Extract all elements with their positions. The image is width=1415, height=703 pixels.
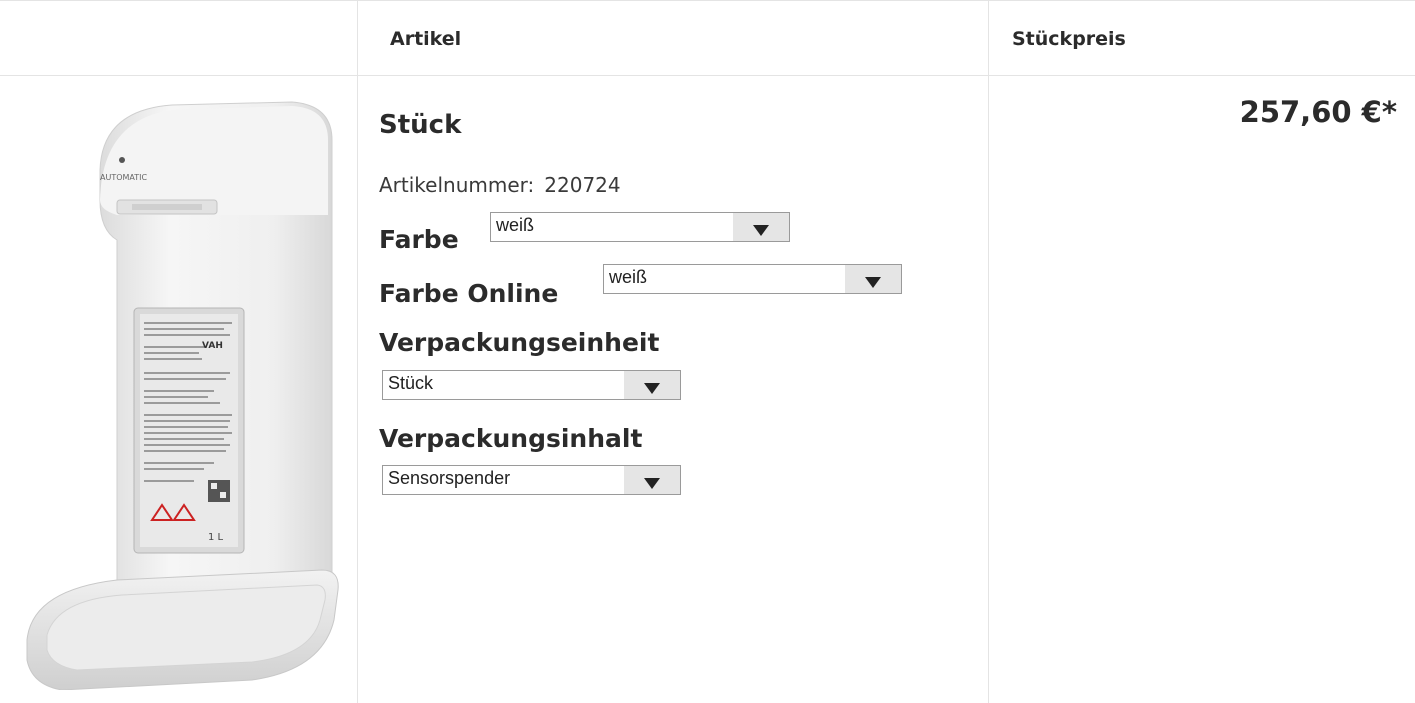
column-divider [357,0,358,703]
product-title: Stück [379,110,462,140]
farbe-online-label: Farbe Online [379,279,559,308]
chevron-down-icon [753,225,769,236]
verpackungsinhalt-select-value: Sensorspender [388,468,511,488]
verpackungseinheit-select-value: Stück [388,373,434,393]
verpackungseinheit-select[interactable]: Stück [382,370,681,400]
farbe-online-select-value: weiß [609,267,648,287]
farbe-online-select[interactable]: weiß [603,264,902,294]
article-number: Artikelnummer: 220724 [379,173,621,197]
column-divider [988,0,989,703]
farbe-label: Farbe [379,225,459,254]
unit-price: 257,60 €* [1239,95,1397,129]
header-article: Artikel [390,28,462,50]
product-table: Artikel Stückpreis AUTOMATIC VAH 1 L Stü… [0,0,1415,703]
automatic-label: AUTOMATIC [100,173,148,182]
header-divider [0,75,1415,76]
verpackungsinhalt-select[interactable]: Sensorspender [382,465,681,495]
verpackungsinhalt-select-button[interactable] [624,466,680,494]
article-number-label: Artikelnummer: [379,173,535,197]
verpackungseinheit-select-button[interactable] [624,371,680,399]
volume-label: 1 L [208,532,224,543]
soap-dispenser-image[interactable]: AUTOMATIC VAH 1 L [22,100,342,690]
farbe-select-value: weiß [496,215,535,235]
farbe-online-select-button[interactable] [845,265,901,293]
table-top-border [0,0,1415,1]
header-unit-price: Stückpreis [1012,28,1126,50]
farbe-select[interactable]: weiß [490,212,790,242]
farbe-select-button[interactable] [733,213,789,241]
verpackungseinheit-label: Verpackungseinheit [379,328,660,357]
chevron-down-icon [865,277,881,288]
chevron-down-icon [644,478,660,489]
svg-text:VAH: VAH [202,341,223,351]
chevron-down-icon [644,383,660,394]
article-number-value: 220724 [544,173,621,197]
verpackungsinhalt-label: Verpackungsinhalt [379,424,643,453]
